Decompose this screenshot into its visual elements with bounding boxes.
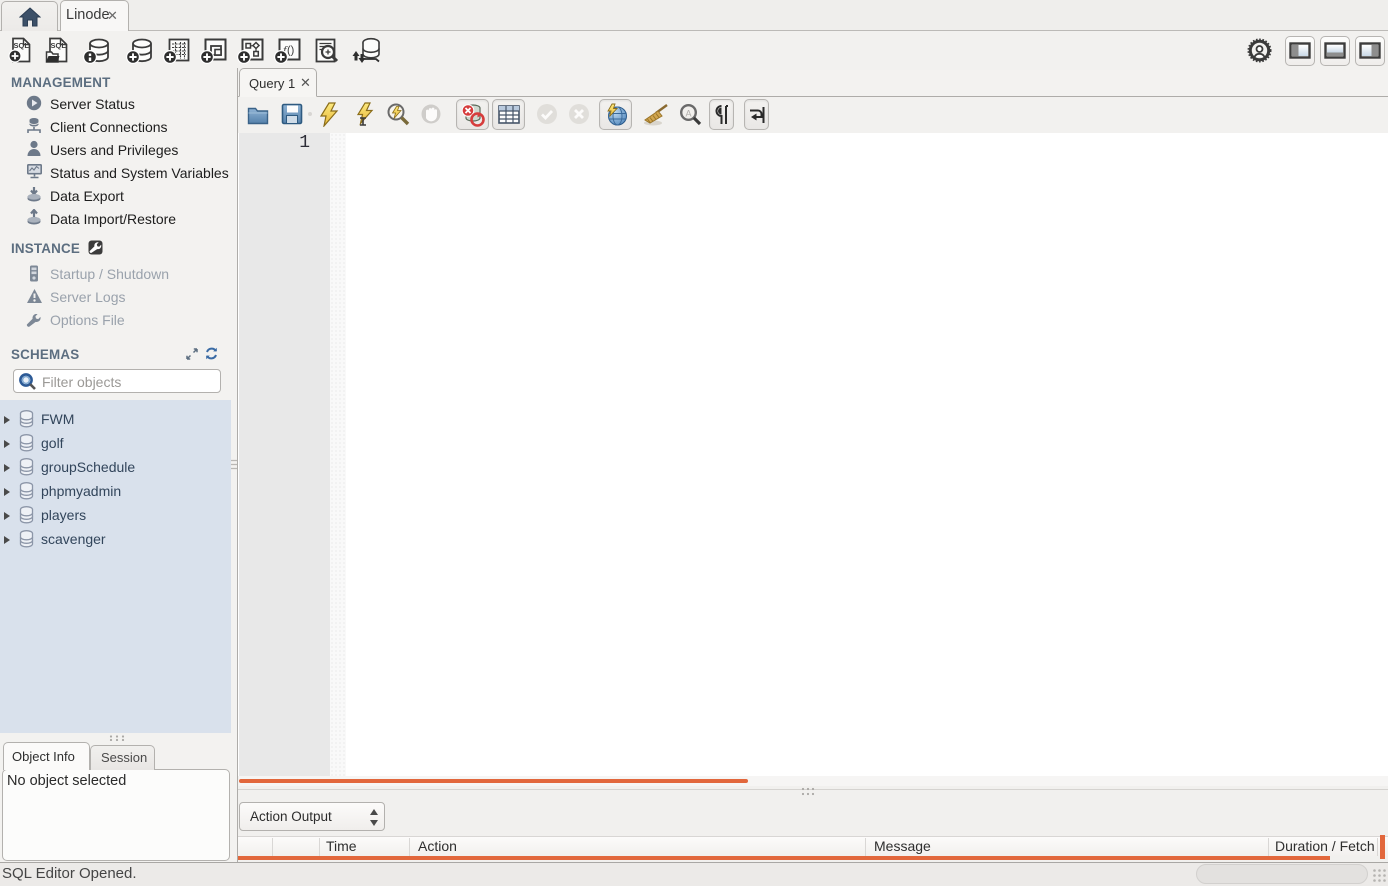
svg-text:A: A xyxy=(686,109,692,119)
svg-text:(): () xyxy=(287,45,294,57)
svg-text:SQL: SQL xyxy=(14,41,30,50)
svg-text:SQL: SQL xyxy=(51,41,67,50)
